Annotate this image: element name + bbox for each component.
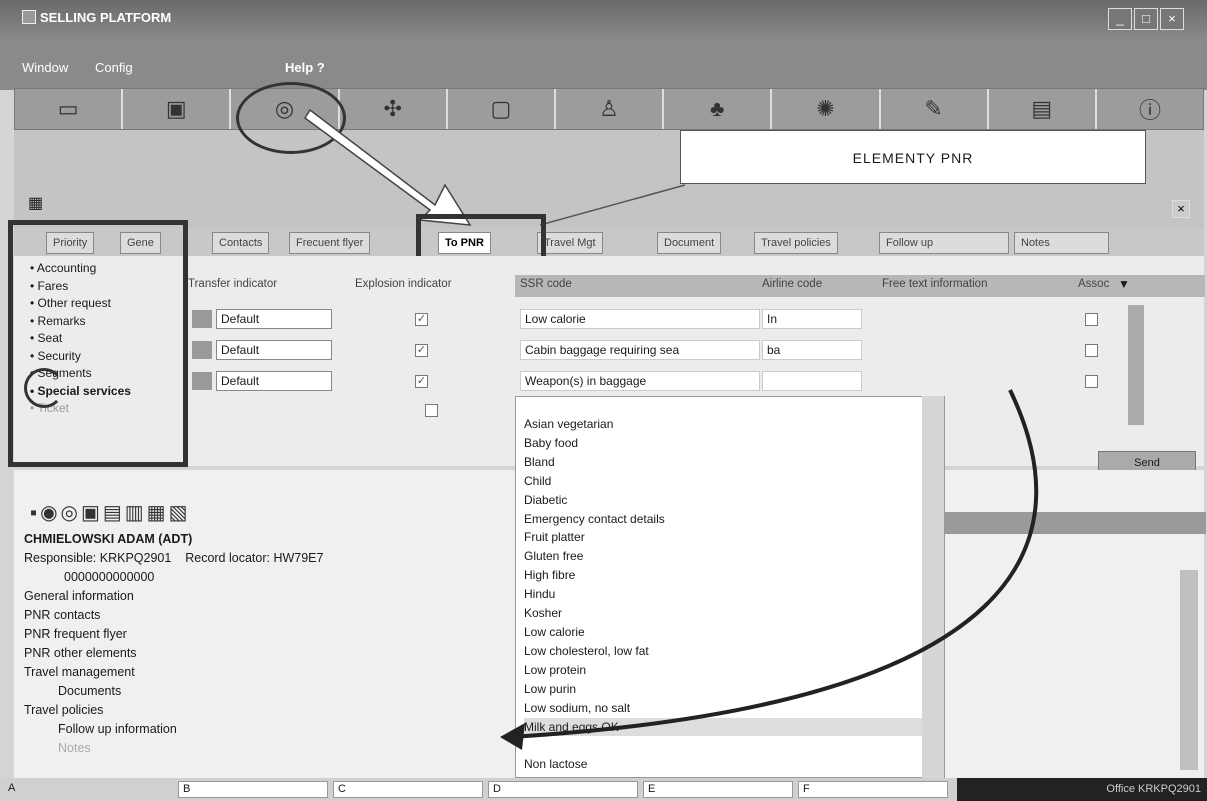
header-explosion-indicator: Explosion indicator [355, 278, 452, 290]
tree-item-travel-management[interactable]: Travel management [24, 663, 323, 682]
explosion-checkbox[interactable] [425, 404, 438, 417]
status-field-c[interactable]: C [333, 781, 483, 798]
pnr-tree: CHMIELOWSKI ADAM (ADT) Responsible: KRKP… [24, 530, 323, 758]
airline-code-field[interactable]: In [762, 309, 862, 329]
transfer-select[interactable]: Default [216, 340, 332, 360]
assoc-checkbox[interactable] [1085, 344, 1098, 357]
airline-code-field[interactable]: ba [762, 340, 862, 360]
ssr-code-field[interactable]: Low calorie [520, 309, 760, 329]
pnr-code: 0000000000000 [64, 570, 155, 584]
annotation-curved-arrow [500, 389, 1039, 750]
main-toolbar: ▭ ▣ ◎ ✣ ▢ ♙ ♣ ✺ ✎ ▤ ⓘ [14, 88, 1204, 130]
title-bar: SELLING PLATFORM _ □ × [0, 0, 1207, 40]
transfer-select[interactable]: Default [216, 309, 332, 329]
status-field-f[interactable]: F [798, 781, 948, 798]
minimize-icon[interactable]: _ [1108, 8, 1132, 30]
filter-icon[interactable]: ▼ [1118, 277, 1130, 291]
header-transfer-indicator: Transfer indicator [188, 278, 278, 290]
annotation-sidebar-box [8, 220, 188, 467]
annotation-line [540, 184, 686, 226]
tree-item-pnr-contacts[interactable]: PNR contacts [24, 606, 323, 625]
row-icon [192, 372, 212, 390]
book-icon[interactable]: ▭ [15, 89, 124, 129]
menu-window[interactable]: Window [22, 60, 68, 75]
explosion-checkbox[interactable]: ✓ [415, 344, 428, 357]
row-icon [192, 341, 212, 359]
status-bar: A B C D E F Office KRKPQ2901 [0, 778, 1207, 801]
app-icon [22, 10, 36, 24]
header-ssr-code: SSR code [520, 278, 572, 290]
grid-scrollbar[interactable] [1128, 305, 1144, 425]
menu-bar: Window Config Help ? [0, 40, 1207, 90]
menu-config[interactable]: Config [95, 60, 133, 75]
pnr-meta: Responsible: KRKPQ2901 Record locator: H… [24, 549, 323, 568]
pnr-toolbar-icons[interactable]: ▪◉◎▣▤▥▦▧ [30, 500, 190, 525]
app-title: SELLING PLATFORM [40, 10, 172, 25]
pnr-record-locator: Record locator: HW79E7 [185, 551, 324, 565]
tree-item-general-information[interactable]: General information [24, 587, 323, 606]
close-icon[interactable]: × [1160, 8, 1184, 30]
list-item[interactable]: Non lactose [524, 755, 944, 774]
menu-help[interactable]: Help ? [285, 60, 325, 75]
explosion-checkbox[interactable]: ✓ [415, 375, 428, 388]
tab-follow-up[interactable]: Follow up [879, 232, 1009, 254]
tree-item-pnr-frequent-flyer[interactable]: PNR frequent flyer [24, 625, 323, 644]
tab-document[interactable]: Document [657, 232, 722, 254]
info-icon[interactable]: ⓘ [1097, 89, 1203, 129]
assoc-checkbox[interactable] [1085, 375, 1098, 388]
pencil-icon[interactable]: ✎ [881, 89, 989, 129]
annotation-small-circle [24, 368, 64, 408]
status-field-e[interactable]: E [643, 781, 793, 798]
header-airline-code: Airline code [762, 278, 823, 290]
tree-item-follow-up[interactable]: Follow up information [24, 720, 323, 739]
tab-contacts[interactable]: Contacts [212, 232, 270, 254]
window-icon: ▦ [28, 195, 44, 212]
tree-item-notes[interactable]: Notes [24, 739, 323, 758]
tab-frequent-flyer[interactable]: Frecuent flyer [289, 232, 371, 254]
header-assoc: Assoc [1078, 278, 1110, 290]
ssr-code-field[interactable]: Cabin baggage requiring sea [520, 340, 760, 360]
passenger-name: CHMIELOWSKI ADAM (ADT) [24, 532, 193, 546]
status-field-b[interactable]: B [178, 781, 328, 798]
header-free-text: Free text information [882, 278, 988, 290]
bag-icon[interactable]: ▣ [123, 89, 232, 129]
tabs-bar: Priority Gene Contacts Frecuent flyer To… [14, 228, 1204, 256]
annotation-arrow [303, 108, 472, 226]
status-field-a: A [8, 782, 16, 794]
palm-icon[interactable]: ♣ [664, 89, 773, 129]
panel-close-icon[interactable]: × [1172, 200, 1190, 218]
row-icon [192, 310, 212, 328]
pnr-scrollbar[interactable] [1180, 570, 1198, 770]
transfer-select[interactable]: Default [216, 371, 332, 391]
assoc-checkbox[interactable] [1085, 313, 1098, 326]
office-id: Office KRKPQ2901 [957, 778, 1207, 801]
maximize-icon[interactable]: □ [1134, 8, 1158, 30]
tree-item-documents[interactable]: Documents [24, 682, 323, 701]
person-icon[interactable]: ♙ [556, 89, 665, 129]
explosion-checkbox[interactable]: ✓ [415, 313, 428, 326]
status-field-d[interactable]: D [488, 781, 638, 798]
annotation-box: ELEMENTY PNR [680, 130, 1146, 184]
tab-travel-mgt[interactable]: Travel Mgt [537, 232, 603, 254]
document-icon[interactable]: ▤ [989, 89, 1097, 129]
tree-item-travel-policies[interactable]: Travel policies [24, 701, 323, 720]
pnr-responsible: Responsible: KRKPQ2901 [24, 551, 172, 565]
tab-notes[interactable]: Notes [1014, 232, 1109, 254]
tab-travel-policies[interactable]: Travel policies [754, 232, 838, 254]
sun-icon[interactable]: ✺ [772, 89, 881, 129]
tree-item-pnr-other-elements[interactable]: PNR other elements [24, 644, 323, 663]
